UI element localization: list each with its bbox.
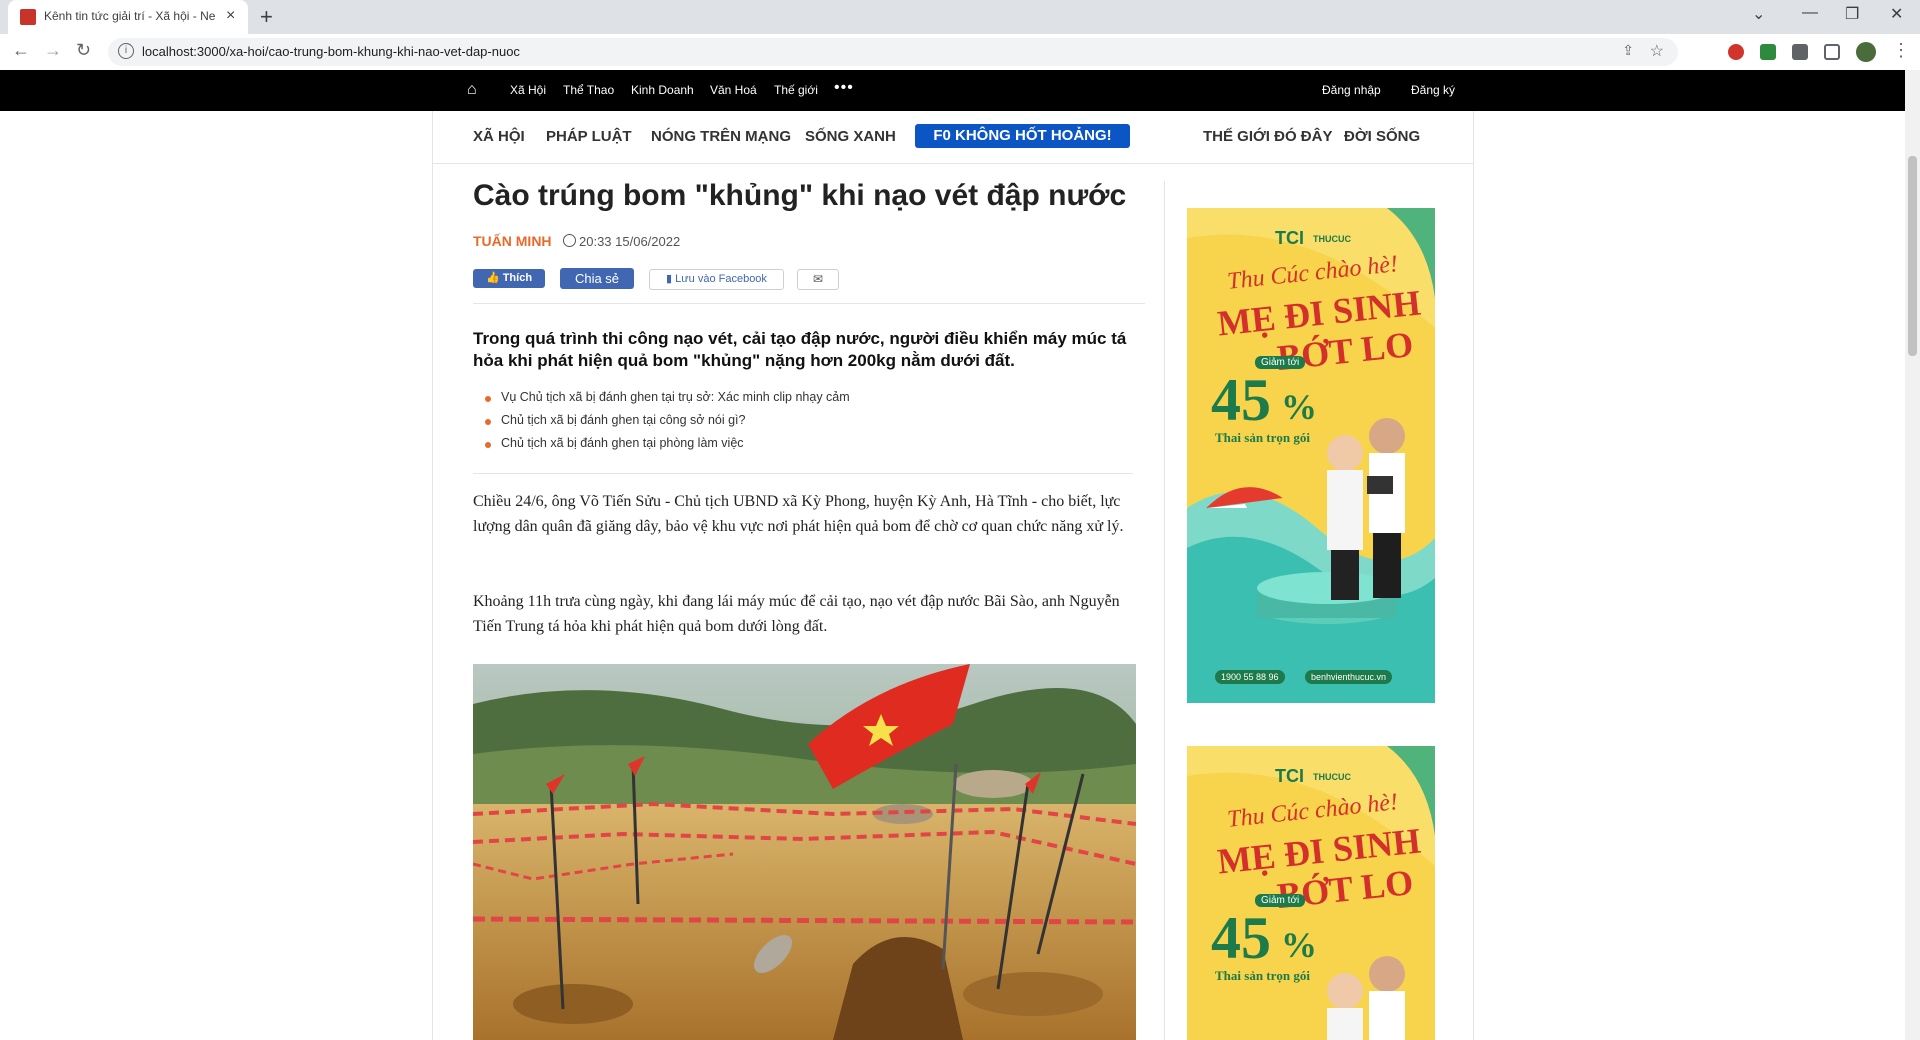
ad-website[interactable]: benhvienthucuc.vn: [1305, 670, 1393, 684]
article-paragraph: Khoảng 11h trưa cùng ngày, khi đang lái …: [473, 593, 1120, 635]
facebook-share-button[interactable]: Chia sẻ: [560, 268, 634, 289]
save-to-facebook-button[interactable]: ▮ Lưu vào Facebook: [649, 269, 784, 290]
article-paragraph: Chiều 24/6, ông Võ Tiến Sửu - Chủ tịch U…: [473, 493, 1124, 535]
ad-brand-logo: TCI: [1275, 766, 1304, 786]
maximize-icon[interactable]: ❐: [1845, 4, 1859, 24]
related-link[interactable]: Chủ tịch xã bị đánh ghen tại công sở nói…: [501, 413, 745, 427]
ad-brand-logo: TCI: [1275, 228, 1304, 248]
close-tab-icon[interactable]: ×: [226, 7, 235, 25]
tab-search-icon[interactable]: ⌄: [1752, 4, 1765, 24]
divider: [473, 473, 1133, 474]
related-link[interactable]: Chủ tịch xã bị đánh ghen tại phòng làm v…: [501, 436, 744, 450]
article-sapo: Trong quá trình thi công nạo vét, cải tạ…: [473, 329, 1127, 370]
more-menu-icon[interactable]: •••: [834, 79, 854, 97]
ad-brand-sub: THUCUC: [1313, 772, 1351, 782]
new-tab-icon[interactable]: +: [260, 4, 273, 30]
bookmark-icon: ▮: [666, 273, 673, 285]
cat-f0-badge[interactable]: F0 KHÔNG HỐT HOẢNG!: [915, 124, 1130, 148]
tab-title: Kênh tin tức giải trí - Xã hội - Ne: [44, 9, 216, 23]
address-bar: ← → ↻ i localhost:3000/xa-hoi/cao-trung-…: [0, 34, 1920, 71]
register-link[interactable]: Đăng ký: [1411, 83, 1455, 97]
email-share-button[interactable]: ✉: [797, 269, 839, 290]
cat-doi-song[interactable]: ĐỜI SỐNG: [1344, 128, 1420, 145]
mail-icon: ✉: [812, 272, 824, 286]
url-text[interactable]: localhost:3000/xa-hoi/cao-trung-bom-khun…: [142, 44, 520, 59]
facebook-like-button[interactable]: 👍 Thích: [473, 269, 545, 288]
cat-nong-tren-mang[interactable]: NÓNG TRÊN MẠNG: [651, 128, 791, 145]
forward-icon[interactable]: →: [44, 40, 62, 61]
ad-percent: %: [1281, 925, 1317, 965]
extensions-puzzle-icon[interactable]: [1792, 44, 1808, 60]
topnav-link-van-hoa[interactable]: Văn Hoá: [710, 83, 757, 97]
sidebar-ad-banner-2[interactable]: TCI THUCUC Thu Cúc chào hè! MẸ ĐI SINH B…: [1187, 746, 1435, 1040]
close-window-icon[interactable]: ✕: [1890, 4, 1903, 24]
cat-the-gioi-do-day[interactable]: THẾ GIỚI ĐÓ ĐÂY: [1203, 128, 1332, 145]
topnav-link-xa-hoi[interactable]: Xã Hội: [510, 83, 546, 97]
topnav-link-kinh-doanh[interactable]: Kinh Doanh: [631, 83, 694, 97]
back-icon[interactable]: ←: [12, 40, 30, 61]
article-time: 20:33 15/06/2022: [579, 234, 681, 249]
divider: [473, 303, 1145, 304]
topnav-link-the-gioi[interactable]: Thế giới: [774, 83, 818, 97]
article-photo: [473, 664, 1136, 1040]
reload-icon[interactable]: ↻: [76, 40, 91, 61]
ad-phone[interactable]: 1900 55 88 96: [1215, 670, 1285, 684]
home-icon[interactable]: ⌂: [467, 81, 477, 99]
cat-song-xanh[interactable]: SỐNG XANH: [805, 128, 896, 145]
clock-icon: [563, 234, 576, 247]
browser-tab-bar: Kênh tin tức giải trí - Xã hội - Ne × + …: [0, 0, 1920, 34]
column-divider: [1164, 181, 1165, 1040]
bullet-icon: [485, 442, 491, 448]
page-container: XÃ HỘI PHÁP LUẬT NÓNG TRÊN MẠNG SỐNG XAN…: [432, 111, 1474, 1040]
bullet-icon: [485, 419, 491, 425]
extension-adblock-icon[interactable]: [1728, 44, 1744, 60]
minimize-icon[interactable]: —: [1802, 4, 1818, 22]
ad-percent: %: [1281, 387, 1317, 427]
scrollbar-thumb[interactable]: [1908, 156, 1917, 356]
profile-avatar[interactable]: [1856, 42, 1876, 62]
ad-discount-value: 45: [1211, 367, 1271, 433]
ad-brand-sub: THUCUC: [1313, 234, 1351, 244]
cat-xa-hoi[interactable]: XÃ HỘI: [473, 128, 525, 145]
ad-package: Thai sản trọn gói: [1215, 430, 1310, 445]
omnibox[interactable]: i localhost:3000/xa-hoi/cao-trung-bom-kh…: [108, 38, 1678, 66]
article-title: Cào trúng bom "khủng" khi nạo vét đập nư…: [473, 179, 1127, 212]
cat-phap-luat[interactable]: PHÁP LUẬT: [546, 128, 632, 145]
ad-package: Thai sản trọn gói: [1215, 968, 1310, 983]
related-link[interactable]: Vụ Chủ tịch xã bị đánh ghen tại trụ sở: …: [501, 390, 850, 404]
category-nav: XÃ HỘI PHÁP LUẬT NÓNG TRÊN MẠNG SỐNG XAN…: [433, 111, 1473, 164]
sidebar-ad-banner[interactable]: TCI THUCUC Thu Cúc chào hè! MẸ ĐI SINH B…: [1187, 208, 1435, 703]
favicon-icon: [20, 9, 36, 25]
extension-pen-icon[interactable]: [1760, 44, 1776, 60]
thumbs-up-icon: 👍: [485, 272, 500, 284]
menu-kebab-icon[interactable]: ⋮: [1892, 40, 1910, 61]
share-icon[interactable]: ⇪: [1622, 42, 1634, 59]
site-info-icon[interactable]: i: [118, 43, 134, 59]
site-topnav: ⌂ Xã Hội Thể Thao Kinh Doanh Văn Hoá Thế…: [0, 70, 1905, 111]
login-link[interactable]: Đăng nhập: [1322, 83, 1381, 97]
bookmark-star-icon[interactable]: ☆: [1650, 41, 1664, 61]
sidepanel-icon[interactable]: [1824, 44, 1840, 60]
topnav-link-the-thao[interactable]: Thể Thao: [563, 83, 614, 97]
ad-discount-value: 45: [1211, 905, 1271, 971]
browser-tab[interactable]: Kênh tin tức giải trí - Xã hội - Ne ×: [8, 0, 248, 34]
bullet-icon: [485, 396, 491, 402]
article-author[interactable]: TUẤN MINH: [473, 233, 552, 249]
